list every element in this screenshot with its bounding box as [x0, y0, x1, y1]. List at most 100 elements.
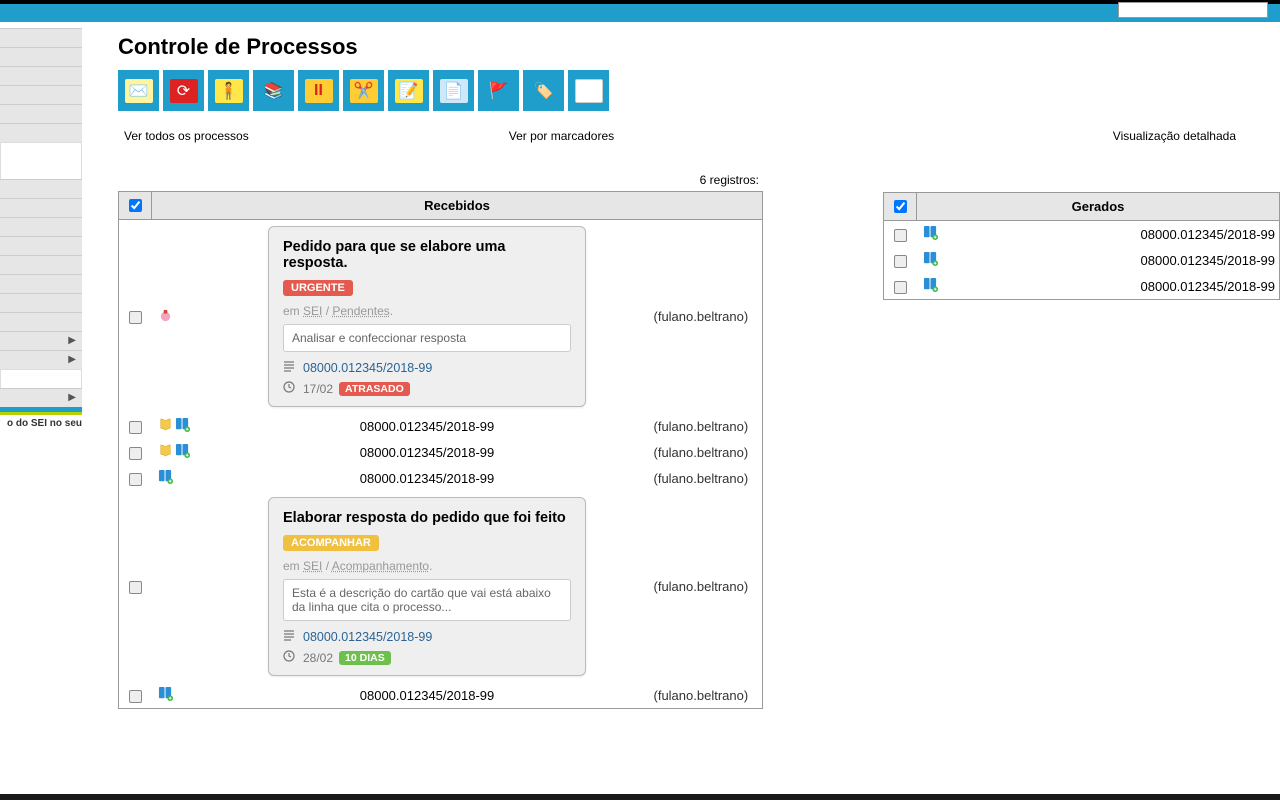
row-user: (fulano.beltrano)	[648, 439, 763, 465]
panel-button[interactable]	[568, 70, 609, 111]
mail-button[interactable]: ✉️	[118, 70, 159, 111]
table-row: 08000.012345/2018-99 (fulano.beltrano)	[119, 682, 763, 709]
books-button[interactable]: 📚	[253, 70, 294, 111]
row-user: (fulano.beltrano)	[648, 413, 763, 439]
card-process-link[interactable]: 08000.012345/2018-99	[303, 361, 432, 375]
sidebar-item[interactable]	[0, 236, 82, 256]
book-blue-icon	[175, 417, 190, 435]
card-meta-link[interactable]: Acompanhamento	[332, 559, 429, 573]
footer-bar	[0, 794, 1280, 800]
process-number[interactable]: 08000.012345/2018-99	[360, 419, 494, 434]
process-number[interactable]: 08000.012345/2018-99	[360, 471, 494, 486]
sidebar-item[interactable]	[0, 274, 82, 294]
card-description[interactable]: Esta é a descrição do cartão que vai est…	[283, 579, 571, 621]
newdoc-button[interactable]: 📄	[433, 70, 474, 111]
sidebar-item[interactable]: ▶	[0, 388, 82, 408]
row-user: (fulano.beltrano)	[648, 220, 763, 414]
sidebar-item[interactable]	[0, 47, 82, 67]
card-meta-link[interactable]: SEI	[303, 559, 322, 573]
generated-table: Gerados 08000.012345/2018-99 08000.01234…	[883, 192, 1280, 300]
flag-button[interactable]: 🚩	[478, 70, 519, 111]
view-markers-link[interactable]: Ver por marcadores	[509, 129, 614, 143]
sidebar-item[interactable]	[0, 198, 82, 218]
sidebar-item[interactable]	[0, 293, 82, 313]
refresh-button[interactable]: ⟳	[163, 70, 204, 111]
table-row: 08000.012345/2018-99 (fulano.beltrano)	[119, 413, 763, 439]
row-checkbox[interactable]	[894, 229, 907, 242]
sidebar-item[interactable]: ▶	[0, 350, 82, 370]
card-title: Elaborar resposta do pedido que foi feit…	[283, 510, 571, 526]
user-button[interactable]: 🧍	[208, 70, 249, 111]
process-number[interactable]: 08000.012345/2018-99	[1141, 279, 1275, 294]
card-badge: URGENTE	[283, 280, 353, 296]
sidebar-item[interactable]	[0, 179, 82, 199]
table-row: 08000.012345/2018-99 (fulano.beltrano)	[119, 465, 763, 491]
process-number[interactable]: 08000.012345/2018-99	[360, 445, 494, 460]
process-card: Elaborar resposta do pedido que foi feit…	[268, 497, 586, 676]
cut-button[interactable]: ✂️	[343, 70, 384, 111]
row-icons	[152, 465, 207, 491]
chevron-right-icon: ▶	[68, 354, 76, 365]
row-checkbox[interactable]	[129, 473, 142, 486]
row-checkbox[interactable]	[129, 690, 142, 703]
book-blue-icon	[923, 251, 938, 269]
row-icons	[152, 682, 207, 709]
table-row: 08000.012345/2018-99	[884, 273, 1280, 300]
row-checkbox[interactable]	[894, 281, 907, 294]
book-blue-icon	[158, 469, 173, 487]
card-date: 28/02	[303, 651, 333, 665]
row-checkbox[interactable]	[129, 311, 142, 324]
table-row: 08000.012345/2018-99 (fulano.beltrano)	[119, 439, 763, 465]
sidebar-item[interactable]	[0, 85, 82, 105]
record-count: 6 registros:	[118, 173, 763, 187]
row-checkbox[interactable]	[894, 255, 907, 268]
row-checkbox[interactable]	[129, 447, 142, 460]
pause-button[interactable]: II	[298, 70, 339, 111]
row-icons	[152, 413, 207, 439]
sidebar-item[interactable]	[0, 28, 82, 48]
select-all-generated[interactable]	[894, 200, 907, 213]
card-title: Pedido para que se elabore uma resposta.	[283, 239, 571, 271]
sidebar-item[interactable]: ▶	[0, 331, 82, 351]
sidebar-item-active[interactable]	[0, 407, 82, 415]
book-yellow-icon	[158, 443, 173, 461]
view-links: Ver todos os processos Ver por marcadore…	[124, 129, 1280, 143]
sidebar-item[interactable]	[0, 66, 82, 86]
lines-icon	[283, 629, 295, 644]
card-proc-line: 08000.012345/2018-99	[283, 629, 571, 644]
sidebar-item[interactable]	[0, 123, 82, 143]
process-number[interactable]: 08000.012345/2018-99	[1141, 253, 1275, 268]
sidebar-item[interactable]	[0, 104, 82, 124]
process-number[interactable]: 08000.012345/2018-99	[360, 688, 494, 703]
book-blue-icon	[923, 225, 938, 243]
sidebar-blank	[0, 142, 82, 180]
search-input[interactable]	[1118, 2, 1268, 18]
row-checkbox[interactable]	[129, 421, 142, 434]
table-row: 08000.012345/2018-99	[884, 221, 1280, 248]
view-detail-link[interactable]: Visualização detalhada	[1113, 129, 1236, 143]
received-table: Recebidos Pedido para que se elabore uma…	[118, 191, 763, 709]
sidebar: ▶ ▶ ▶ o do SEI no seu	[0, 22, 82, 792]
card-meta-link[interactable]: SEI	[303, 304, 322, 318]
row-icons	[152, 220, 207, 414]
note-button[interactable]: 📝	[388, 70, 429, 111]
card-process-link[interactable]: 08000.012345/2018-99	[303, 630, 432, 644]
process-number[interactable]: 08000.012345/2018-99	[1141, 227, 1275, 242]
card-description[interactable]: Analisar e confeccionar resposta	[283, 324, 571, 352]
sidebar-item[interactable]	[0, 312, 82, 332]
book-blue-icon	[158, 686, 173, 704]
sidebar-item[interactable]	[0, 255, 82, 275]
card-date-line: 28/02 10 DIAS	[283, 650, 571, 665]
row-checkbox[interactable]	[129, 581, 142, 594]
view-all-link[interactable]: Ver todos os processos	[124, 129, 249, 143]
card-meta: em SEI / Pendentes.	[283, 304, 571, 318]
select-all-received[interactable]	[129, 199, 142, 212]
topbar-blue	[0, 4, 1280, 22]
tag-button[interactable]: 🏷️	[523, 70, 564, 111]
received-header: Recebidos	[152, 192, 763, 220]
table-row: Elaborar resposta do pedido que foi feit…	[119, 491, 763, 682]
card-meta-link[interactable]: Pendentes	[332, 304, 389, 318]
table-row: Pedido para que se elabore uma resposta.…	[119, 220, 763, 414]
sidebar-item[interactable]	[0, 217, 82, 237]
card-date-line: 17/02 ATRASADO	[283, 381, 571, 396]
